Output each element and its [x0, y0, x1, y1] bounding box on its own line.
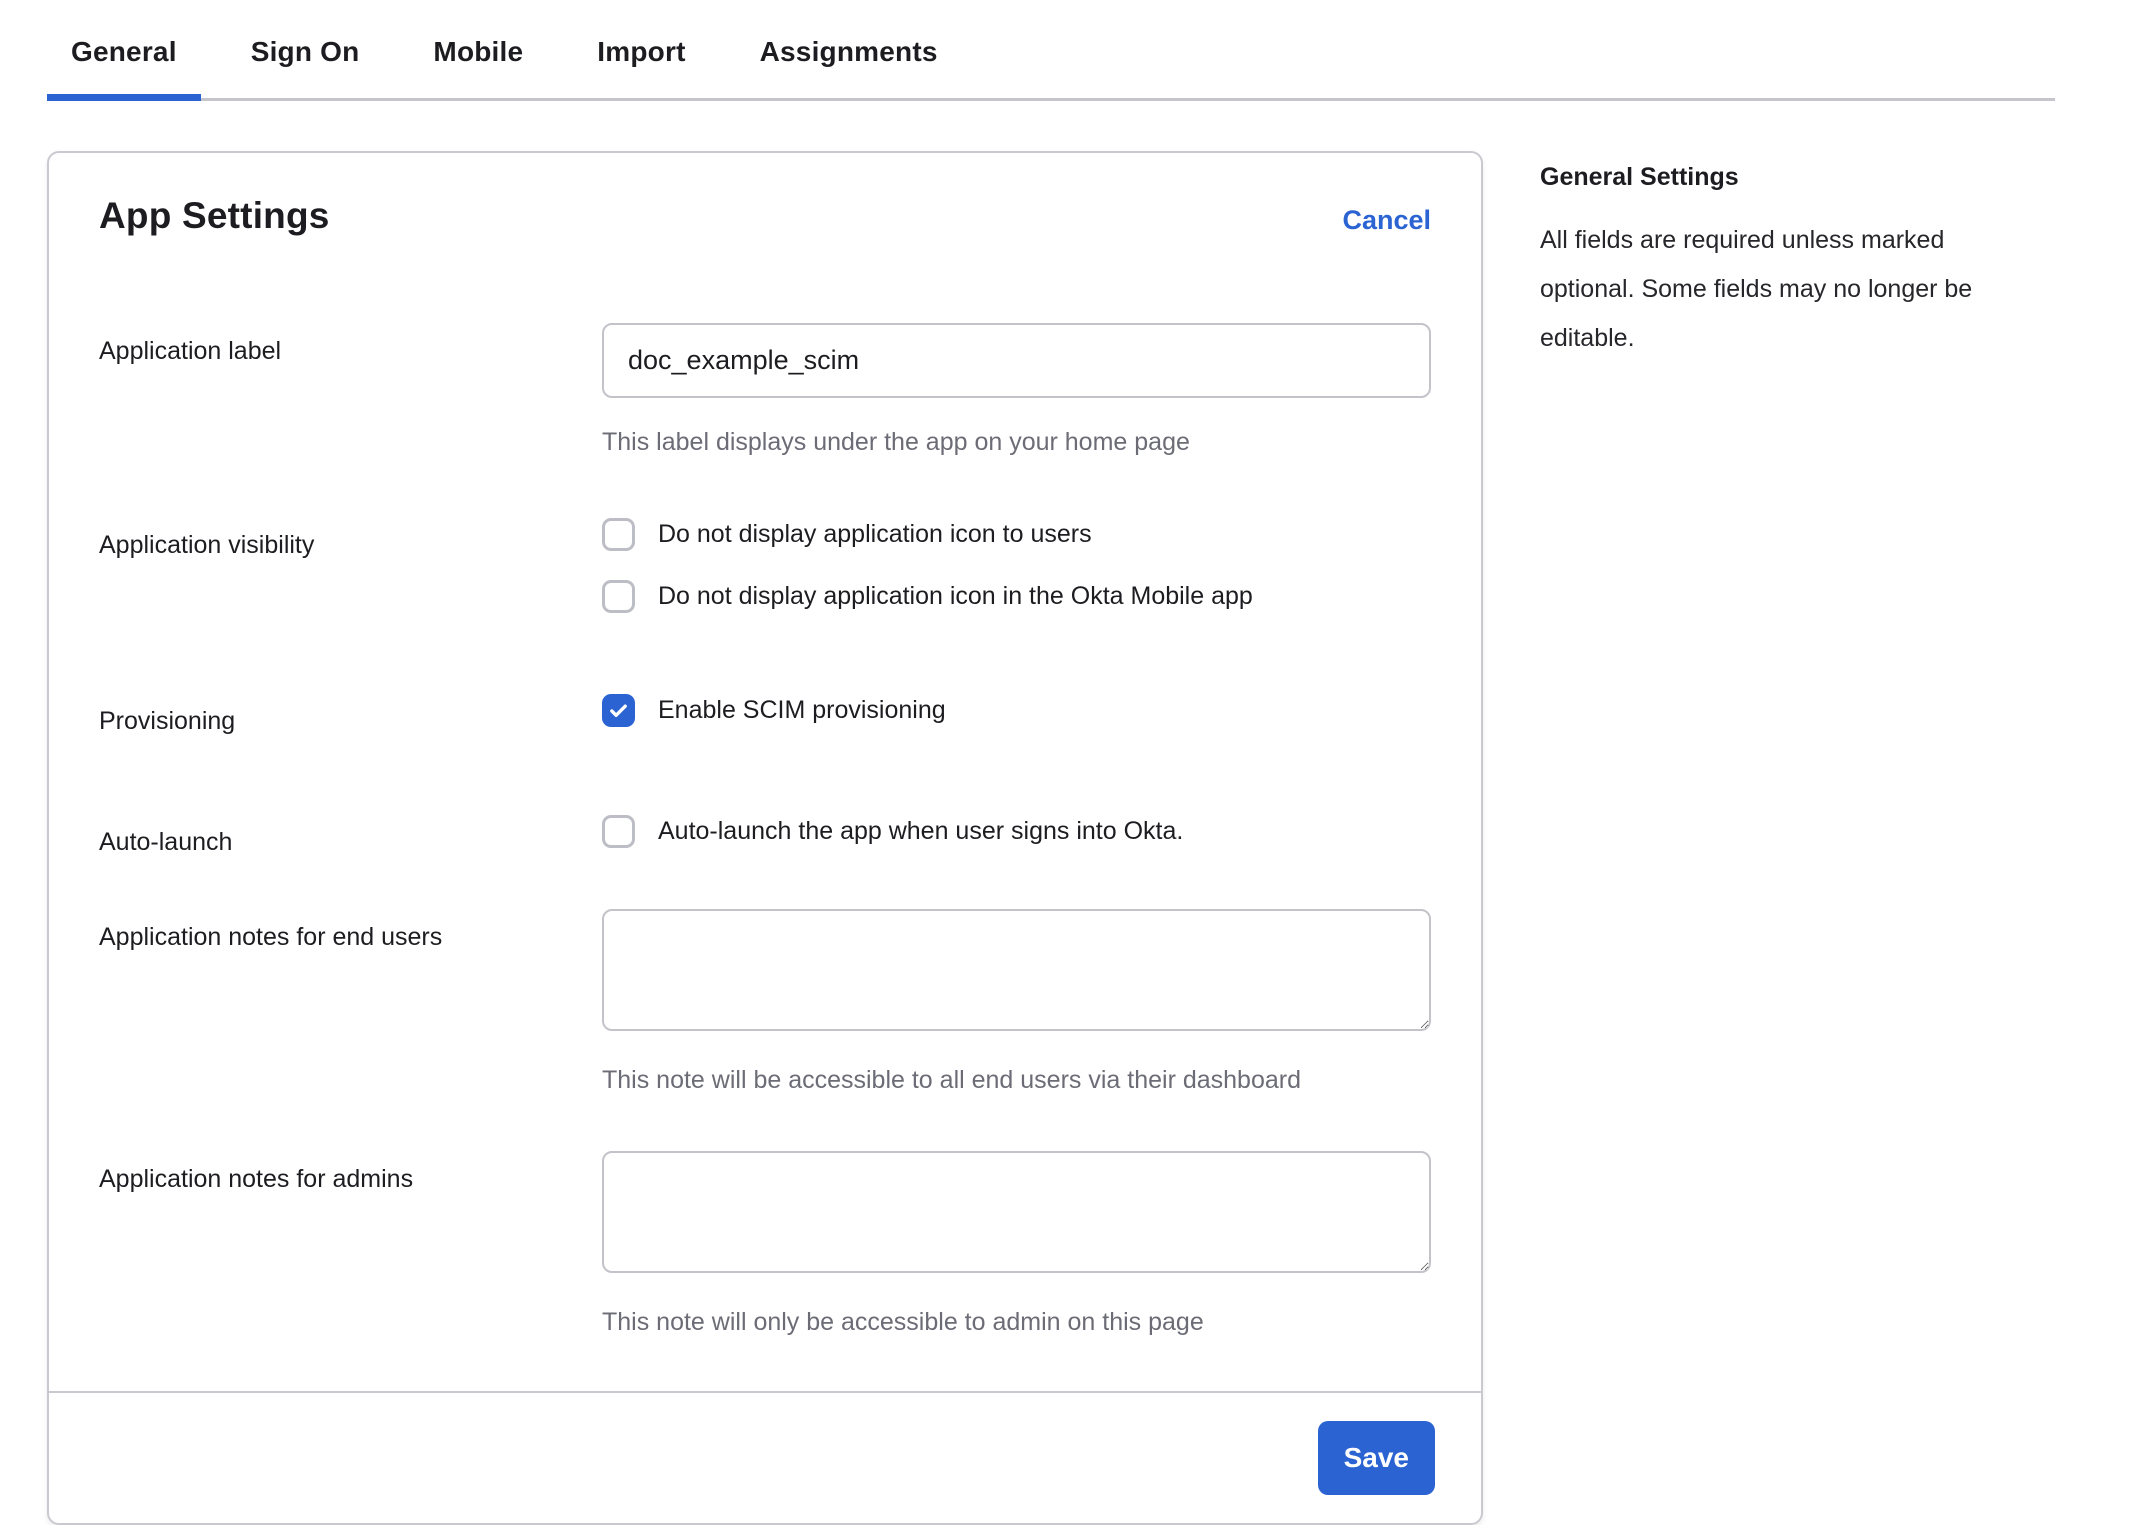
checkmark-icon: [607, 699, 630, 722]
tab-mobile[interactable]: Mobile: [409, 18, 547, 98]
checkbox-hide-icon-users[interactable]: [602, 518, 635, 551]
visibility-mobile-label: Do not display application icon in the O…: [658, 579, 1253, 611]
tab-assignments[interactable]: Assignments: [736, 18, 962, 98]
save-button[interactable]: Save: [1318, 1421, 1435, 1495]
card-title: App Settings: [99, 195, 330, 237]
notes-admins-textarea[interactable]: [602, 1151, 1431, 1273]
help-panel-title: General Settings: [1540, 163, 2002, 192]
application-visibility-row: Application visibility Do not display ap…: [99, 517, 1431, 613]
application-label-input[interactable]: [602, 323, 1431, 398]
notes-end-users-row: Application notes for end users This not…: [99, 909, 1431, 1095]
checkbox-enable-scim[interactable]: [602, 694, 635, 727]
checkbox-hide-icon-mobile[interactable]: [602, 580, 635, 613]
card-footer: Save: [49, 1391, 1481, 1523]
auto-launch-row: Auto-launch Auto-launch the app when use…: [99, 814, 1431, 857]
notes-end-users-textarea[interactable]: [602, 909, 1431, 1031]
tab-sign-on[interactable]: Sign On: [227, 18, 384, 98]
enable-scim-label: Enable SCIM provisioning: [658, 693, 946, 725]
enable-scim-option[interactable]: Enable SCIM provisioning: [602, 693, 1431, 727]
general-settings-help-panel: General Settings All fields are required…: [1540, 163, 2002, 363]
notes-admins-row: Application notes for admins This note w…: [99, 1151, 1431, 1337]
auto-launch-label: Auto-launch: [99, 814, 602, 857]
application-label-help: This label displays under the app on you…: [602, 428, 1431, 457]
checkbox-auto-launch[interactable]: [602, 815, 635, 848]
cancel-link[interactable]: Cancel: [1342, 205, 1431, 236]
provisioning-label: Provisioning: [99, 693, 602, 736]
visibility-mobile-option[interactable]: Do not display application icon in the O…: [602, 579, 1431, 613]
notes-end-users-help: This note will be accessible to all end …: [602, 1066, 1431, 1095]
visibility-users-label: Do not display application icon to users: [658, 517, 1092, 549]
provisioning-row: Provisioning Enable SCIM provisioning: [99, 693, 1431, 736]
auto-launch-option[interactable]: Auto-launch the app when user signs into…: [602, 814, 1431, 848]
app-tabs: General Sign On Mobile Import Assignment…: [47, 0, 2055, 101]
help-panel-description: All fields are required unless marked op…: [1540, 216, 2002, 363]
application-label-label: Application label: [99, 323, 602, 457]
tab-import[interactable]: Import: [573, 18, 709, 98]
app-settings-card: App Settings Cancel Application label Th…: [47, 151, 1483, 1525]
tab-general[interactable]: General: [47, 18, 201, 98]
notes-admins-label: Application notes for admins: [99, 1151, 602, 1337]
visibility-users-option[interactable]: Do not display application icon to users: [602, 517, 1431, 551]
auto-launch-option-label: Auto-launch the app when user signs into…: [658, 814, 1183, 846]
application-visibility-label: Application visibility: [99, 517, 602, 613]
application-label-row: Application label This label displays un…: [99, 323, 1431, 457]
notes-admins-help: This note will only be accessible to adm…: [602, 1308, 1431, 1337]
notes-end-users-label: Application notes for end users: [99, 909, 602, 1095]
